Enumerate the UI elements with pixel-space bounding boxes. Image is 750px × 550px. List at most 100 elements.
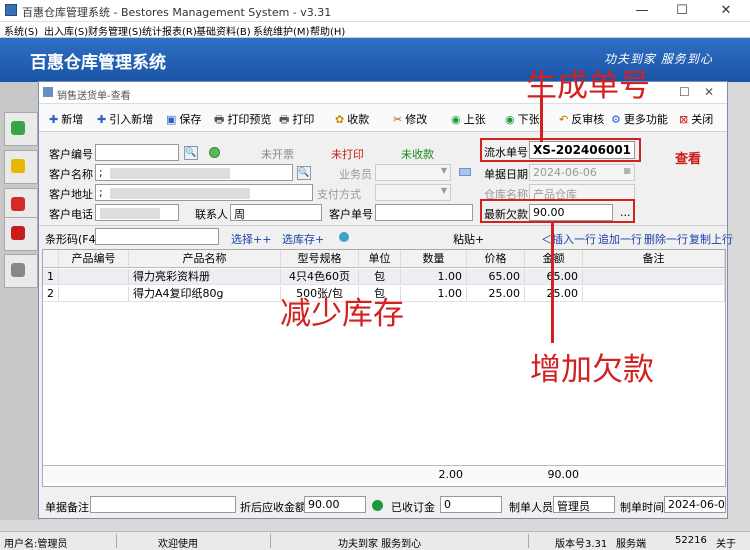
- annotation-serial-line: [540, 97, 543, 142]
- modify-button[interactable]: ✂ 修改: [393, 111, 427, 127]
- print-preview-button[interactable]: 🖶 打印预览: [214, 111, 271, 130]
- pay-method-select[interactable]: ▼: [375, 184, 451, 201]
- shortcut-button-5[interactable]: [4, 254, 38, 288]
- cell-note[interactable]: [583, 269, 725, 284]
- delete-row-button[interactable]: 删除一行: [644, 231, 688, 247]
- salesman-picker-icon[interactable]: [459, 168, 471, 176]
- cell-note[interactable]: [583, 286, 725, 301]
- menu-system[interactable]: 系统(S): [4, 23, 38, 38]
- collect-label: 收款: [347, 113, 370, 126]
- menu-basic[interactable]: 基础资料(B): [196, 23, 251, 38]
- cell-price[interactable]: 65.00: [467, 269, 525, 284]
- table-row[interactable]: 1 得力亮彩资料册 4只4色60页 包 1.00 65.00 65.00: [43, 269, 725, 285]
- cell-spec[interactable]: 4只4色60页: [281, 269, 359, 284]
- salesman-select[interactable]: ▼: [375, 164, 451, 181]
- customer-phone-label: 客户电话: [49, 208, 93, 221]
- globe-icon[interactable]: [339, 232, 349, 242]
- cell-amount[interactable]: 25.00: [525, 286, 583, 301]
- grid-header: 产品编号 产品名称 型号规格 单位 数量 价格 金额 备注: [43, 250, 725, 268]
- customer-name-field[interactable]: ;: [95, 164, 293, 181]
- close-icon[interactable]: ✕: [706, 0, 746, 22]
- select-button[interactable]: 选择++: [231, 231, 271, 247]
- cell-qty[interactable]: 1.00: [401, 286, 467, 301]
- cell-unit[interactable]: 包: [359, 269, 401, 284]
- customer-no-field[interactable]: [95, 144, 179, 161]
- note-field[interactable]: [90, 496, 236, 513]
- date-field[interactable]: 2024-06-06 ▦: [529, 164, 635, 181]
- more-label: 更多功能: [623, 113, 668, 126]
- paste-button[interactable]: 粘贴+: [453, 231, 484, 247]
- column-header-qty[interactable]: 数量: [401, 250, 467, 267]
- copy-row-button[interactable]: 复制上行: [689, 231, 733, 247]
- customer-phone-field[interactable]: [95, 204, 179, 221]
- insert-row-button[interactable]: ＜插入一行: [541, 231, 596, 247]
- note-label: 单据备注: [45, 501, 89, 514]
- select-stock-button[interactable]: 选库存+: [282, 231, 324, 247]
- cell-qty[interactable]: 1.00: [401, 269, 467, 284]
- maximize-icon[interactable]: ☐: [662, 0, 702, 22]
- dialog-restore-icon[interactable]: ☐: [679, 85, 690, 99]
- close-label: 关闭: [691, 113, 714, 126]
- serial-field[interactable]: XS-202406001: [529, 141, 635, 159]
- status-separator: [528, 534, 529, 548]
- collect-button[interactable]: ✿ 收款: [335, 111, 369, 127]
- customer-search-icon[interactable]: 🔍: [184, 146, 198, 160]
- cell-name[interactable]: 得力A4复印纸80g: [129, 286, 281, 301]
- menu-help[interactable]: 帮助(H): [310, 23, 345, 38]
- customer-order-field[interactable]: [375, 204, 473, 221]
- cell-code[interactable]: [59, 269, 129, 284]
- more-functions-button[interactable]: ⚙ 更多功能: [611, 111, 668, 127]
- next-button[interactable]: ◉ 下张: [505, 111, 540, 127]
- shortcut-button-2[interactable]: [4, 150, 38, 184]
- cell-price[interactable]: 25.00: [467, 286, 525, 301]
- shortcut-button-1[interactable]: [4, 112, 38, 146]
- save-button[interactable]: ▣ 保存: [166, 111, 201, 127]
- column-header-name[interactable]: 产品名称: [129, 250, 281, 267]
- import-new-button[interactable]: ✚ 引入新增: [97, 111, 153, 127]
- window-title: 百惠仓库管理系统 - Bestores Management System - …: [22, 6, 332, 19]
- menu-finance[interactable]: 财务管理(S): [88, 23, 142, 38]
- column-header-price[interactable]: 价格: [467, 250, 525, 267]
- status-user: 用户名:管理员: [4, 539, 68, 550]
- new-button[interactable]: ✚ 新增: [49, 111, 83, 127]
- column-header-note[interactable]: 备注: [583, 250, 725, 267]
- menu-maintenance[interactable]: 系统维护(M): [253, 23, 309, 38]
- bottom-bar: 单据备注 折后应收金额 90.00 已收订金 0 制单人员 管理员 制单时间 2…: [42, 494, 726, 516]
- deposit-field[interactable]: 0: [440, 496, 502, 513]
- print-button[interactable]: 🖶 打印: [279, 111, 314, 130]
- debt-more-button[interactable]: ...: [620, 206, 631, 219]
- deposit-status-icon: [372, 500, 383, 511]
- shortcut-button-4[interactable]: [4, 217, 38, 251]
- barcode-input[interactable]: [95, 228, 219, 245]
- unapprove-icon: ↶: [559, 113, 569, 126]
- customer-address-field[interactable]: ;: [95, 184, 313, 201]
- status-separator: [116, 534, 117, 548]
- deposit-label: 已收订金: [391, 501, 435, 514]
- contact-field[interactable]: 周: [230, 204, 322, 221]
- column-header-amount[interactable]: 金额: [525, 250, 583, 267]
- append-row-button[interactable]: 追加一行: [598, 231, 642, 247]
- close-button[interactable]: ⊠ 关闭: [679, 111, 713, 127]
- prev-button[interactable]: ◉ 上张: [451, 111, 486, 127]
- cell-code[interactable]: [59, 286, 129, 301]
- column-header-unit[interactable]: 单位: [359, 250, 401, 267]
- cell-name[interactable]: 得力亮彩资料册: [129, 269, 281, 284]
- collect-icon: ✿: [335, 113, 345, 126]
- unapprove-button[interactable]: ↶ 反审核: [559, 111, 604, 127]
- cell-amount[interactable]: 65.00: [525, 269, 583, 284]
- next-label: 下张: [517, 113, 540, 126]
- menu-reports[interactable]: 统计报表(R): [142, 23, 197, 38]
- discount-field[interactable]: 90.00: [304, 496, 366, 513]
- column-header-code[interactable]: 产品编号: [59, 250, 129, 267]
- annotation-stock: 减少库存: [280, 296, 404, 332]
- chevron-down-icon: ▼: [440, 166, 447, 175]
- customer-name-search-icon[interactable]: 🔍: [297, 166, 311, 180]
- shortcut-icon-2: [11, 159, 25, 173]
- window-titlebar: 百惠仓库管理系统 - Bestores Management System - …: [0, 0, 750, 22]
- menu-stock[interactable]: 出入库(S): [44, 23, 88, 38]
- column-header-spec[interactable]: 型号规格: [281, 250, 359, 267]
- print-preview-icon: 🖶: [214, 113, 225, 126]
- status-about-link[interactable]: 关于: [716, 535, 736, 550]
- dialog-close-icon[interactable]: ✕: [704, 85, 714, 99]
- minimize-icon[interactable]: —: [622, 0, 662, 22]
